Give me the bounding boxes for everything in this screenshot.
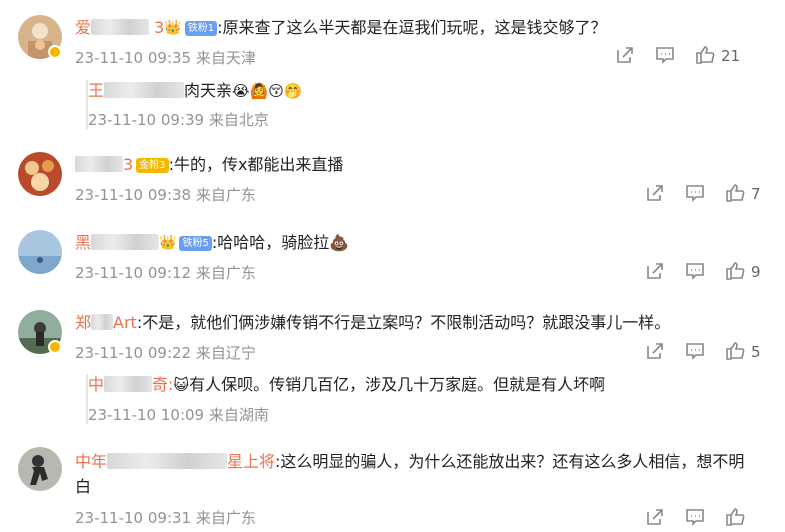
comment-text: :牛的，传x都能出来直播 (168, 155, 344, 174)
thumbs-up-icon[interactable] (725, 341, 745, 363)
comment-meta: 23-11-10 09:35 来自天津 (75, 49, 256, 67)
fan-badge: 铁粉5 (179, 236, 212, 251)
reply-item: 王肉天亲😭🙆😚🤭 23-11-10 09:39 来自北京 (86, 80, 303, 130)
emoji-group: 😭🙆😚🤭 (232, 82, 303, 100)
reply-item: 中奇:😺有人保呗。传销几百亿，涉及几十万家庭。但就是有人坏啊 23-11-10 … (86, 374, 605, 424)
thumbs-up-icon[interactable] (725, 507, 745, 529)
comment-meta: 23-11-10 09:31 来自广东 (75, 509, 256, 527)
comment-text: :这么明显的骗人，为什么还能放出来？还有这么多人相信，想不明 (275, 452, 745, 471)
avatar[interactable] (18, 447, 62, 491)
reply-meta: 23-11-10 09:39 来自北京 (88, 111, 269, 129)
like-count: 9 (751, 263, 761, 281)
thumbs-up-icon[interactable] (725, 261, 745, 283)
crown-icon: 👑 (164, 20, 182, 36)
reply-text: 有人保呗。传销几百亿，涉及几十万家庭。但就是有人坏啊 (189, 375, 606, 394)
verified-badge-icon (48, 45, 62, 59)
comment-item: 爱 3👑 铁粉1:原来查了这么半天都是在逗我们玩呢，这是钱交够了？ 23-11-1… (0, 0, 785, 150)
reply-meta: 23-11-10 10:09 来自湖南 (88, 406, 269, 424)
comment-icon[interactable] (685, 261, 705, 283)
username[interactable]: 3 (75, 155, 133, 174)
comment-item: 3 金粉3:牛的，传x都能出来直播 23-11-10 09:38 来自广东 7 (0, 150, 785, 225)
share-icon[interactable] (645, 341, 665, 363)
username[interactable]: 爱 3 (75, 18, 164, 37)
like-count: 21 (721, 47, 741, 65)
verified-badge-icon (48, 340, 62, 354)
avatar[interactable] (18, 230, 62, 274)
comment-icon[interactable] (685, 183, 705, 205)
like-count: 5 (751, 343, 761, 361)
username[interactable]: 黑 (75, 233, 160, 252)
avatar[interactable] (18, 152, 62, 196)
thumbs-up-icon[interactable] (725, 183, 745, 205)
comment-item: 郑 Art:不是，就他们俩涉嫌传销不行是立案吗？不限制活动吗？就跟没事儿一样。 2… (0, 308, 785, 438)
crown-icon: 👑 (159, 235, 177, 251)
emoji-icon: 😺 (173, 376, 190, 394)
comment-text-continued: 白 (75, 477, 92, 496)
comment-meta: 23-11-10 09:12 来自广东 (75, 264, 256, 282)
username[interactable]: 中年 星上将 (75, 452, 275, 471)
comment-text: :哈哈哈，骑脸拉💩 (211, 233, 350, 252)
reply-username[interactable]: 中奇: (88, 375, 173, 394)
reply-text: 肉天亲 (184, 81, 233, 100)
share-icon[interactable] (615, 45, 635, 67)
comment-meta: 23-11-10 09:38 来自广东 (75, 186, 256, 204)
share-icon[interactable] (645, 261, 665, 283)
comment-meta: 23-11-10 09:22 来自辽宁 (75, 344, 256, 362)
fan-badge: 金粉3 (136, 158, 169, 173)
fan-badge: 铁粉1 (184, 21, 218, 36)
reply-username[interactable]: 王 (88, 81, 185, 100)
comment-text: :原来查了这么半天都是在逗我们玩呢，这是钱交够了？ (217, 18, 607, 37)
comment-item: 黑 👑 铁粉5:哈哈哈，骑脸拉💩 23-11-10 09:12 来自广东 9 (0, 228, 785, 303)
comment-icon[interactable] (685, 507, 705, 529)
thumbs-up-icon[interactable] (695, 45, 715, 67)
comment-item: 中年 星上将:这么明显的骗人，为什么还能放出来？还有这么多人相信，想不明 白 23… (0, 445, 785, 532)
share-icon[interactable] (645, 183, 665, 205)
comment-icon[interactable] (685, 341, 705, 363)
share-icon[interactable] (645, 507, 665, 529)
comment-text: :不是，就他们俩涉嫌传销不行是立案吗？不限制活动吗？就跟没事儿一样。 (136, 313, 671, 332)
username[interactable]: 郑 Art (75, 313, 137, 332)
comment-icon[interactable] (655, 45, 675, 67)
like-count: 7 (751, 185, 761, 203)
